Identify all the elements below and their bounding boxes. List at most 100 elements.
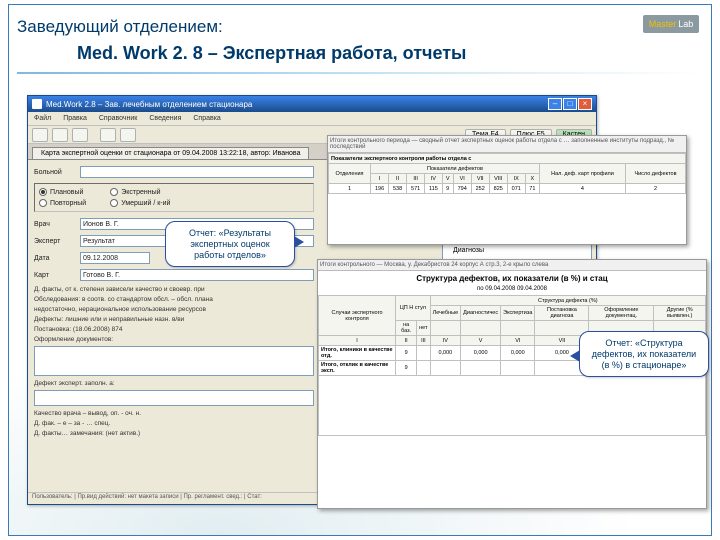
admission-type-group: Плановый Повторный Экстренный Умерший / … xyxy=(34,183,314,212)
app-stage: Med.Work 2.8 – Зав. лечебным отделением … xyxy=(27,95,693,523)
r2-col-other: Другие (% выявлен.) xyxy=(654,306,706,321)
radio-planned[interactable] xyxy=(39,188,47,196)
r1-sc-4: IV xyxy=(425,174,443,184)
r2-col-doc: Оформление документац. xyxy=(589,306,654,321)
header-rule xyxy=(17,72,703,74)
r2-cell: 9 xyxy=(396,346,417,361)
radio-repeat-label: Повторный xyxy=(50,200,86,207)
card-label: Карт xyxy=(34,272,76,279)
toolbar-new-icon[interactable] xyxy=(32,128,48,142)
slide-header: Заведующий отделением: Med. Work 2. 8 – … xyxy=(9,5,711,78)
report1-title: Показатели экспертного контроля работы о… xyxy=(329,154,686,164)
radio-deceased-label: Умерший / к-ий xyxy=(121,200,170,207)
form-text-8: Качество врача – вывод, оп. - оч. н. xyxy=(34,410,314,417)
r2-cell: 0,000 xyxy=(461,346,501,361)
report1-table: Показатели экспертного контроля работы о… xyxy=(328,153,686,194)
report2-header: Итоги контрольного — Москва, у. Декабрис… xyxy=(318,260,706,271)
r2-row-label: Итого, отклик в качестве эксп. xyxy=(319,361,396,376)
menu-edit[interactable]: Правка xyxy=(63,115,87,122)
r2-cell xyxy=(417,346,430,361)
form-text-5: Постановка: (18.06.2008) 874 xyxy=(34,326,314,333)
window-title: Med.Work 2.8 – Зав. лечебным отделением … xyxy=(46,100,548,109)
r1-cell: 1 xyxy=(329,184,371,194)
toolbar-print-icon[interactable] xyxy=(72,128,88,142)
r1-cell: 571 xyxy=(407,184,425,194)
r2-col-exp: Экспертиза xyxy=(501,306,535,321)
doctor-label: Врач xyxy=(34,221,76,228)
close-button[interactable]: × xyxy=(578,98,592,110)
report2-period: по 09.04.2008 09.04.2008 xyxy=(318,286,706,295)
r1-sc-2: II xyxy=(389,174,407,184)
form-text-10: Д. факты… замечания: (нет актив.) xyxy=(34,430,314,437)
app-icon xyxy=(32,99,42,109)
r2-cell: 9 xyxy=(396,361,417,376)
r2-col-cpn: ЦП Н стул xyxy=(396,296,430,321)
r1-sc-10: X xyxy=(525,174,539,184)
r1-cell: 9 xyxy=(442,184,453,194)
toolbar-paste-icon[interactable] xyxy=(120,128,136,142)
report-defect-structure: Итоги контрольного — Москва, у. Декабрис… xyxy=(317,259,707,509)
r2-row-label: Итого, клиники в качестве отд. xyxy=(319,346,396,361)
form-text-3: недостаточно, нерациональное использован… xyxy=(34,306,314,313)
menu-file[interactable]: Файл xyxy=(34,115,51,122)
r1-cell: 252 xyxy=(471,184,489,194)
radio-repeat[interactable] xyxy=(39,199,47,207)
table-row[interactable] xyxy=(319,376,706,436)
report1-col-dept: Отделения xyxy=(329,164,371,184)
maximize-button[interactable]: □ xyxy=(563,98,577,110)
patient-field[interactable] xyxy=(80,166,314,178)
report-expert-results: Итоги контрольного периода — сводный отч… xyxy=(327,135,687,245)
r2-cell xyxy=(430,361,461,376)
menubar: Файл Правка Справочник Сведения Справка xyxy=(28,112,596,126)
form-text-9: Д. фак. – е – за - … спец. xyxy=(34,420,314,427)
r1-sc-1: I xyxy=(371,174,389,184)
r1-cell: 071 xyxy=(507,184,525,194)
r1-cell: 196 xyxy=(371,184,389,194)
patient-label: Больной xyxy=(34,169,76,176)
radio-emergency[interactable] xyxy=(110,188,118,196)
active-tab[interactable]: Карта экспертной оценки от стационара от… xyxy=(32,147,309,159)
r1-cell: 825 xyxy=(489,184,507,194)
r1-sc-6: VI xyxy=(453,174,471,184)
menu-ref[interactable]: Справочник xyxy=(99,115,138,122)
r2-empty xyxy=(319,376,706,436)
defect-textarea[interactable] xyxy=(34,390,314,406)
r1-cell: 538 xyxy=(389,184,407,194)
r2-sub-2: нет xyxy=(417,321,430,336)
radio-deceased[interactable] xyxy=(110,199,118,207)
r1-sc-8: VIII xyxy=(489,174,507,184)
r2-idx-1: I xyxy=(319,336,396,346)
expert-label: Эксперт xyxy=(34,238,76,245)
r1-sc-5: V xyxy=(442,174,453,184)
minimize-button[interactable]: – xyxy=(548,98,562,110)
menu-help[interactable]: Справка xyxy=(193,115,220,122)
r1-sc-7: VII xyxy=(471,174,489,184)
menu-info[interactable]: Сведения xyxy=(149,115,181,122)
table-row[interactable]: 1 196 538 571 115 9 794 252 825 071 71 4… xyxy=(329,184,686,194)
r2-col-cases: Случаи экспертного контроля xyxy=(319,296,396,336)
logo-text: Lab xyxy=(678,19,693,29)
r2-cell: 0,000 xyxy=(430,346,461,361)
toolbar-save-icon[interactable] xyxy=(52,128,68,142)
slide-header-line1: Заведующий отделением: xyxy=(17,17,703,37)
callout-report1: Отчет: «Результаты экспертных оценок раб… xyxy=(165,221,295,267)
window-titlebar[interactable]: Med.Work 2.8 – Зав. лечебным отделением … xyxy=(28,96,596,112)
form-text-1: Д. факты, от к. степени зависели качеств… xyxy=(34,286,314,293)
slide-frame: Заведующий отделением: Med. Work 2. 8 – … xyxy=(8,4,712,536)
tree-item-diagnoses[interactable]: Диагнозы xyxy=(445,246,589,255)
report2-title: Структура дефектов, их показатели (в %) … xyxy=(318,271,706,286)
date-label: Дата xyxy=(34,255,76,262)
form-text-7: Дефект эксперт. заполн. а: xyxy=(34,380,314,387)
comments-textarea[interactable] xyxy=(34,346,314,376)
r1-cell: 115 xyxy=(425,184,443,194)
card-field[interactable]: Готово В. Г. xyxy=(80,269,314,281)
slide-header-line2: Med. Work 2. 8 – Экспертная работа, отче… xyxy=(77,43,703,64)
r2-col-post: Постановка диагноза xyxy=(535,306,589,321)
form-column: Больной Плановый Повторный Экстренный Ум… xyxy=(34,166,314,440)
radio-planned-label: Плановый xyxy=(50,189,83,196)
toolbar-copy-icon[interactable] xyxy=(100,128,116,142)
date-field[interactable]: 09.12.2008 xyxy=(80,252,150,264)
r2-cell xyxy=(461,361,501,376)
form-text-2: Обследования: в соотв. со стандартом обс… xyxy=(34,296,314,303)
r2-cell: 0,000 xyxy=(501,346,535,361)
